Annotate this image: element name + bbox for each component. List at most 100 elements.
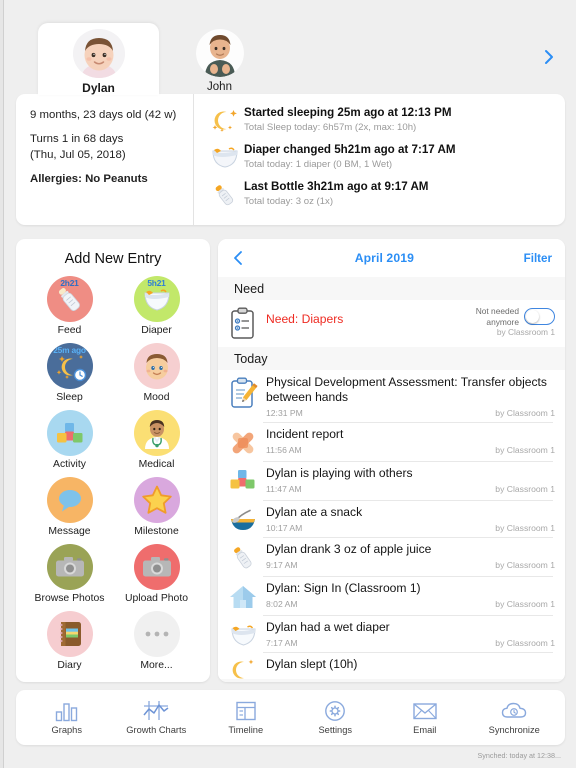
timeline-panel: April 2019 Filter Need Need: Diapers Not…	[218, 239, 565, 682]
entry-button-diary[interactable]: Diary	[26, 611, 113, 671]
diaper-icon: 5h21	[133, 276, 180, 322]
timeline-row-author: by Classroom 1	[495, 638, 555, 649]
summary-row-diaper: Diaper changed 5h21m ago at 7:17 AM Tota…	[210, 143, 555, 172]
entry-button-diaper[interactable]: 5h21 Diaper	[113, 276, 200, 336]
toolbar-item-settings[interactable]: Settings	[293, 700, 377, 735]
toolbar-label-email: Email	[413, 725, 437, 735]
toolbar-label-graphs: Graphs	[51, 725, 83, 735]
entry-button-browse-photos[interactable]: Browse Photos	[26, 544, 113, 604]
timeline-row-need-diapers[interactable]: Need: Diapers Not needed anymore by Clas…	[218, 300, 565, 347]
timeline-row[interactable]: Incident report 11:56 AM by Classroom 1	[218, 422, 565, 462]
summary-sub-sleep: Total Sleep today: 6h57m (2x, max: 10h)	[244, 122, 417, 134]
need-toggle-group: Not needed anymore by Classroom 1	[467, 305, 555, 337]
entry-button-activity[interactable]: Activity	[26, 410, 113, 470]
timeline-row-author: by Classroom 1	[495, 408, 555, 419]
timeline-icon	[234, 700, 258, 722]
notebook-icon	[46, 611, 93, 657]
bottle-icon: 2h21	[46, 276, 93, 322]
entry-label-browse-photos: Browse Photos	[34, 593, 105, 604]
add-new-entry-panel: Add New Entry 2h21 Feed 5h21 Diaper 25m …	[16, 239, 210, 682]
entry-label-message: Message	[48, 526, 91, 537]
timeline-row[interactable]: Dylan ate a snack 10:17 AM by Classroom …	[218, 500, 565, 538]
summary-title-diaper: Diaper changed 5h21m ago at 7:17 AM	[244, 142, 456, 156]
timeline-row-title: Dylan: Sign In (Classroom 1)	[266, 581, 421, 596]
toolbar-item-growth-charts[interactable]: Growth Charts	[114, 700, 198, 735]
timeline-row-author: by Classroom 1	[495, 599, 555, 610]
timeline-row-time: 7:17 AM	[266, 638, 298, 649]
child-birthday-date: (Thu, Jul 05, 2018)	[30, 148, 126, 161]
bandage-icon	[228, 427, 266, 457]
timeline-row-time: 9:17 AM	[266, 560, 298, 571]
timeline-row[interactable]: Dylan: Sign In (Classroom 1) 8:02 AM by …	[218, 576, 565, 616]
chevron-right-icon[interactable]	[540, 48, 558, 66]
timeline-filter-button[interactable]: Filter	[524, 252, 552, 265]
entry-button-upload-photo[interactable]: Upload Photo	[113, 544, 200, 604]
timeline-row[interactable]: Dylan had a wet diaper 7:17 AM by Classr…	[218, 615, 565, 653]
moon-stars-icon: 25m ago	[46, 343, 93, 389]
moon-stars-icon	[210, 106, 244, 134]
entry-label-upload-photo: Upload Photo	[125, 593, 188, 604]
cloud-sync-icon	[501, 700, 527, 722]
envelope-icon	[412, 700, 438, 722]
moon-stars-icon	[228, 657, 266, 679]
timeline-row-title: Incident report	[266, 427, 344, 442]
timeline-row[interactable]: Dylan slept (10h)	[218, 652, 565, 680]
toolbar-item-graphs[interactable]: Graphs	[25, 700, 109, 735]
child-profile-tabs: Dylan John	[38, 23, 280, 95]
doctor-icon	[133, 410, 180, 456]
camera-icon	[46, 544, 93, 590]
entry-label-more: More...	[140, 660, 173, 671]
camera-icon	[133, 544, 180, 590]
entry-button-feed[interactable]: 2h21 Feed	[26, 276, 113, 336]
entry-label-milestone: Milestone	[134, 526, 179, 537]
child-info-card: 9 months, 23 days old (42 w) Turns 1 in …	[16, 94, 565, 225]
entry-button-medical[interactable]: Medical	[113, 410, 200, 470]
child-profile-tab-john[interactable]: John	[159, 23, 280, 95]
timeline-row-title: Physical Development Assessment: Transfe…	[266, 375, 547, 405]
timeline-row[interactable]: Physical Development Assessment: Transfe…	[218, 370, 565, 423]
bottle-icon	[210, 180, 244, 208]
timeline-row[interactable]: Dylan is playing with others 11:47 AM by…	[218, 461, 565, 501]
child-profile-tab-dylan[interactable]: Dylan	[38, 23, 159, 95]
toolbar-label-settings: Settings	[318, 725, 353, 735]
entry-button-mood[interactable]: Mood	[113, 343, 200, 403]
timeline-month-label[interactable]: April 2019	[245, 251, 524, 265]
growth-chart-icon	[143, 700, 169, 722]
star-icon	[133, 477, 180, 523]
entry-label-diaper: Diaper	[141, 325, 172, 336]
toggle-knob	[526, 310, 539, 323]
toolbar-item-timeline[interactable]: Timeline	[204, 700, 288, 735]
sync-status-text: Synched: today at 12:38...	[477, 751, 561, 760]
child-profile-name-john: John	[207, 81, 232, 93]
summary-title-bottle: Last Bottle 3h21m ago at 9:17 AM	[244, 179, 429, 193]
timeline-row-title: Dylan is playing with others	[266, 466, 413, 481]
timeline-row-author: by Classroom 1	[495, 484, 555, 495]
toolbar-item-synchronize[interactable]: Synchronize	[472, 700, 556, 735]
timeline-row-time: 12:31 PM	[266, 408, 303, 419]
entry-button-sleep[interactable]: 25m ago Sleep	[26, 343, 113, 403]
timeline-row-time: 11:47 AM	[266, 484, 302, 495]
entry-button-more[interactable]: More...	[113, 611, 200, 671]
entry-button-milestone[interactable]: Milestone	[113, 477, 200, 537]
bowl-spoon-icon	[228, 505, 266, 533]
entry-button-message[interactable]: Message	[26, 477, 113, 537]
child-allergies-text: Allergies: No Peanuts	[30, 173, 148, 186]
child-info-left: 9 months, 23 days old (42 w) Turns 1 in …	[16, 94, 194, 225]
timeline-row[interactable]: Dylan drank 3 oz of apple juice 9:17 AM …	[218, 537, 565, 577]
need-resolved-toggle[interactable]	[524, 308, 555, 325]
diaper-icon	[228, 620, 266, 648]
bar-chart-icon	[55, 700, 79, 722]
entry-label-medical: Medical	[138, 459, 175, 470]
summary-sub-bottle: Total today: 3 oz (1x)	[244, 196, 334, 208]
entry-badge-sleep: 25m ago	[53, 345, 86, 355]
chevron-left-icon[interactable]	[231, 250, 245, 266]
toolbar-item-email[interactable]: Email	[383, 700, 467, 735]
child-age-text: 9 months, 23 days old (42 w)	[30, 109, 177, 121]
toolbar-label-growth-charts: Growth Charts	[126, 725, 187, 735]
timeline-list[interactable]: Need Need: Diapers Not needed anymore by…	[218, 277, 565, 682]
toolbar-label-synchronize: Synchronize	[488, 725, 540, 735]
timeline-section-header-today: Today	[218, 347, 565, 370]
app-root: Dylan John 9 months, 23 days old (42 w) …	[5, 0, 576, 768]
timeline-row-title: Dylan drank 3 oz of apple juice	[266, 542, 432, 557]
gear-icon	[323, 700, 347, 722]
